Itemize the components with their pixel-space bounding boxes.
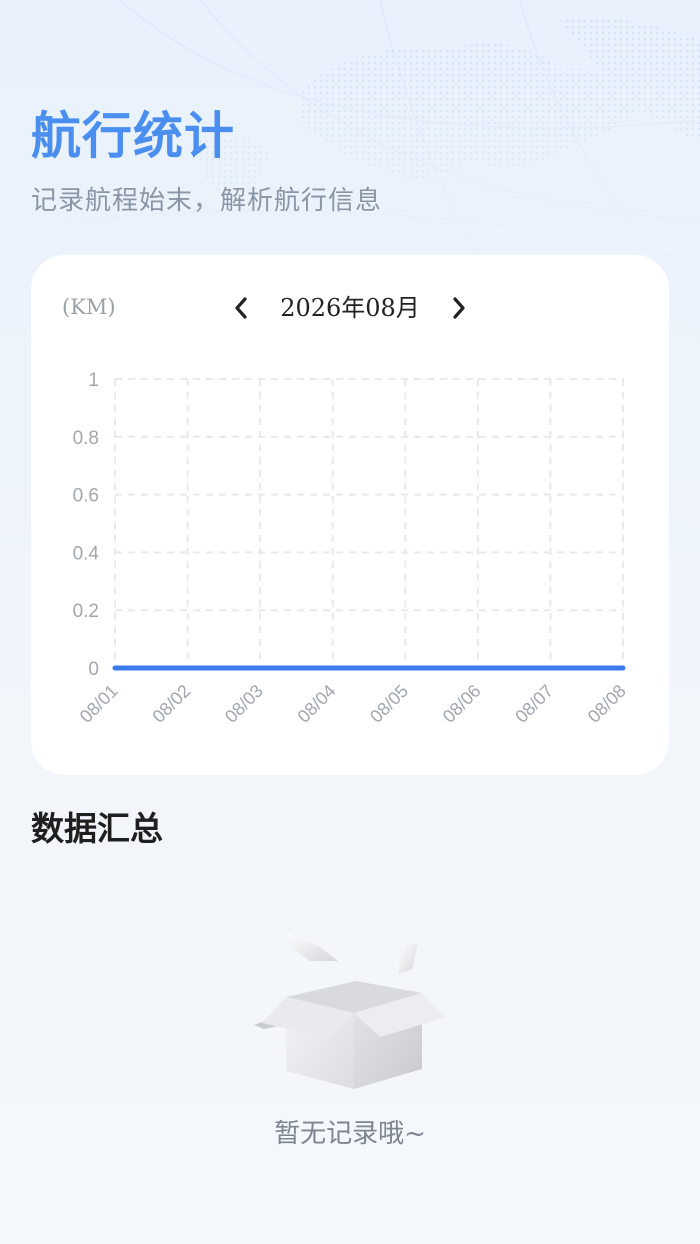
page-subtitle: 记录航程始末，解析航行信息 [31, 186, 383, 216]
data-point [547, 665, 553, 671]
data-point [475, 665, 481, 671]
month-navigator: 2026年08月 [221, 285, 481, 331]
y-tick-label: 0 [88, 659, 99, 680]
empty-box-icon [254, 933, 446, 1089]
chevron-left-icon [235, 297, 247, 319]
summary-section-title: 数据汇总 [31, 809, 163, 848]
distance-chart: 0 0.2 0.4 0.6 0.8 1 08/01 08/02 08/03 08/04 08/05 0… [73, 370, 630, 727]
y-tick-label: 0.6 [73, 486, 99, 507]
y-tick-label: 0.2 [73, 601, 99, 622]
chart-card: 0 0.2 0.4 0.6 0.8 1 08/01 08/02 08/03 08/04 08/05 0… [31, 255, 669, 775]
x-tick-label: 08/02 [148, 681, 194, 727]
y-tick-label: 0.4 [73, 543, 100, 564]
prev-month-button[interactable] [221, 285, 261, 331]
page-title: 航行统计 [31, 107, 235, 165]
data-point [257, 665, 263, 671]
x-tick-label: 08/03 [221, 681, 267, 727]
month-label: 2026年08月 [280, 294, 420, 322]
y-tick-label: 0.8 [73, 428, 99, 449]
data-point [620, 665, 626, 671]
data-point [330, 665, 336, 671]
x-tick-label: 08/08 [584, 681, 630, 727]
x-tick-label: 08/05 [366, 681, 412, 727]
chevron-right-icon [453, 297, 465, 319]
empty-state-text: 暂无记录哦~ [274, 1119, 426, 1149]
x-tick-label: 08/04 [294, 681, 340, 727]
data-point [402, 665, 408, 671]
x-tick-label: 08/06 [439, 681, 485, 727]
x-tick-label: 08/01 [76, 681, 122, 727]
y-tick-label: 1 [88, 370, 99, 391]
unit-label: (KM) [62, 295, 116, 319]
data-point [185, 665, 191, 671]
next-month-button[interactable] [439, 285, 479, 331]
data-point [112, 665, 118, 671]
x-tick-label: 08/07 [511, 681, 557, 727]
